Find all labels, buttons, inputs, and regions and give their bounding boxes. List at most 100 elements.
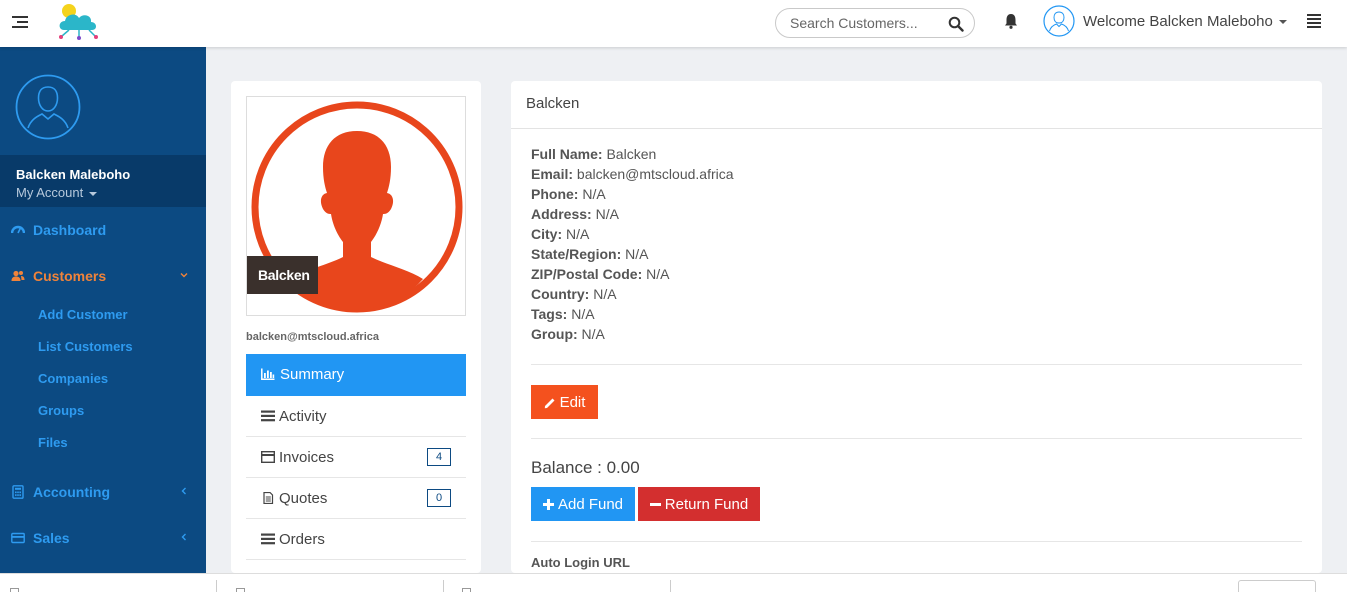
detail-value: N/A — [566, 226, 590, 242]
detail-group: Group: N/A — [531, 325, 734, 345]
search-icon[interactable] — [948, 16, 964, 32]
menu-item-summary[interactable]: Summary — [246, 354, 466, 396]
detail-tags: Tags: N/A — [531, 305, 734, 325]
sidebar-item-sales[interactable]: Sales — [0, 523, 206, 553]
customer-photo: Balcken — [246, 96, 466, 316]
cloud-logo-icon[interactable] — [56, 2, 102, 40]
top-bar: Welcome Balcken Maleboho — [0, 0, 1347, 47]
detail-state: State/Region: N/A — [531, 245, 734, 265]
menu-item-label: Quotes — [279, 490, 328, 507]
detail-key: Group: — [531, 326, 578, 342]
bottom-bar — [0, 573, 1347, 592]
sidebar-item-label: Customers — [33, 268, 107, 284]
detail-key: State/Region: — [531, 246, 622, 262]
quotes-count-badge: 0 — [427, 489, 451, 507]
customer-search[interactable] — [775, 8, 975, 38]
divider — [443, 580, 444, 592]
sidebar-item-accounting[interactable]: Accounting — [0, 477, 206, 507]
sidebar-user-box: Balcken Maleboho My Account — [0, 155, 206, 207]
sidebar-item-label: Sales — [33, 530, 70, 546]
chevron-left-icon — [181, 533, 186, 541]
caret-down-icon — [89, 191, 98, 196]
auto-login-url-label: Auto Login URL — [531, 555, 630, 570]
bottom-button[interactable] — [1238, 580, 1316, 592]
detail-email: Email: balcken@mtscloud.africa — [531, 165, 734, 185]
bar-chart-icon — [261, 368, 275, 380]
add-fund-label: Add Fund — [557, 495, 624, 513]
detail-full-name: Full Name: Balcken — [531, 145, 734, 165]
menu-item-orders[interactable]: Orders — [246, 519, 466, 560]
sidebar-avatar-icon — [15, 74, 81, 140]
caret-down-icon — [1278, 20, 1287, 25]
detail-value: N/A — [593, 286, 617, 302]
divider — [531, 364, 1302, 365]
welcome-text: Welcome Balcken Maleboho — [1083, 13, 1273, 30]
sidebar-item-label: Dashboard — [33, 222, 107, 238]
panel-header: Balcken — [511, 81, 1322, 129]
users-icon — [11, 270, 25, 281]
detail-key: Full Name: — [531, 146, 603, 162]
list-icon — [261, 410, 275, 422]
detail-value: N/A — [625, 246, 649, 262]
dashboard-icon — [11, 225, 25, 234]
menu-item-quotes[interactable]: Quotes 0 — [246, 478, 466, 519]
return-fund-button[interactable]: Return Fund — [638, 487, 760, 521]
detail-value: balcken@mtscloud.africa — [576, 166, 734, 182]
sidebar-subitem-add-customer[interactable]: Add Customer — [38, 307, 128, 322]
sidebar-item-dashboard[interactable]: Dashboard — [0, 215, 206, 245]
my-account-link[interactable]: My Account — [16, 185, 98, 200]
welcome-user-menu[interactable]: Welcome Balcken Maleboho — [1083, 13, 1287, 30]
edit-button-label: Edit — [559, 393, 586, 411]
detail-phone: Phone: N/A — [531, 185, 734, 205]
panel-title: Balcken — [526, 95, 580, 112]
search-input[interactable] — [790, 15, 940, 31]
calculator-icon — [12, 485, 24, 499]
sidebar-toggle-icon[interactable] — [12, 16, 28, 30]
detail-value: Balcken — [606, 146, 657, 162]
sidebar-subitem-groups[interactable]: Groups — [38, 403, 84, 418]
photo-name-tag: Balcken — [247, 256, 318, 294]
detail-key: Address: — [531, 206, 592, 222]
sidebar-item-label: Accounting — [33, 484, 110, 500]
detail-zip: ZIP/Postal Code: N/A — [531, 265, 734, 285]
menu-item-label: Invoices — [279, 449, 335, 466]
customer-profile-card: Balcken balcken@mtscloud.africa Summary … — [231, 81, 481, 573]
menu-item-label: Summary — [280, 366, 345, 383]
divider — [216, 580, 217, 592]
divider — [531, 541, 1302, 542]
menu-item-invoices[interactable]: Invoices 4 — [246, 437, 466, 478]
detail-address: Address: N/A — [531, 205, 734, 225]
bell-icon[interactable] — [1003, 12, 1019, 30]
file-icon — [10, 588, 19, 592]
customer-details: Full Name: Balcken Email: balcken@mtsclo… — [531, 145, 734, 345]
divider — [531, 438, 1302, 439]
detail-value: N/A — [646, 266, 670, 282]
pencil-icon — [544, 398, 555, 408]
sidebar-item-customers[interactable]: Customers — [0, 261, 206, 291]
chevron-left-icon — [181, 487, 186, 495]
detail-key: ZIP/Postal Code: — [531, 266, 643, 282]
edit-button[interactable]: Edit — [531, 385, 598, 419]
detail-key: Phone: — [531, 186, 579, 202]
user-avatar-icon[interactable] — [1043, 5, 1075, 37]
sidebar-subitem-files[interactable]: Files — [38, 435, 68, 450]
document-icon — [263, 492, 274, 504]
right-panel-menu-icon[interactable] — [1307, 14, 1321, 28]
menu-item-activity[interactable]: Activity — [246, 396, 466, 437]
chevron-down-icon — [180, 273, 188, 278]
detail-value: N/A — [571, 306, 595, 322]
menu-item-label: Orders — [279, 531, 325, 548]
balance-text: Balance : 0.00 — [531, 458, 640, 477]
sidebar-user-name: Balcken Maleboho — [16, 167, 131, 182]
add-fund-button[interactable]: Add Fund — [531, 487, 635, 521]
detail-key: Email: — [531, 166, 574, 182]
sidebar-subitem-list-customers[interactable]: List Customers — [38, 339, 133, 354]
detail-value: N/A — [582, 186, 606, 202]
sidebar: Balcken Maleboho My Account Dashboard Cu… — [0, 47, 206, 573]
customer-summary-panel: Balcken Full Name: Balcken Email: balcke… — [511, 81, 1322, 573]
detail-country: Country: N/A — [531, 285, 734, 305]
divider — [670, 580, 671, 592]
list-icon — [261, 533, 275, 545]
sidebar-subitem-companies[interactable]: Companies — [38, 371, 108, 386]
detail-city: City: N/A — [531, 225, 734, 245]
